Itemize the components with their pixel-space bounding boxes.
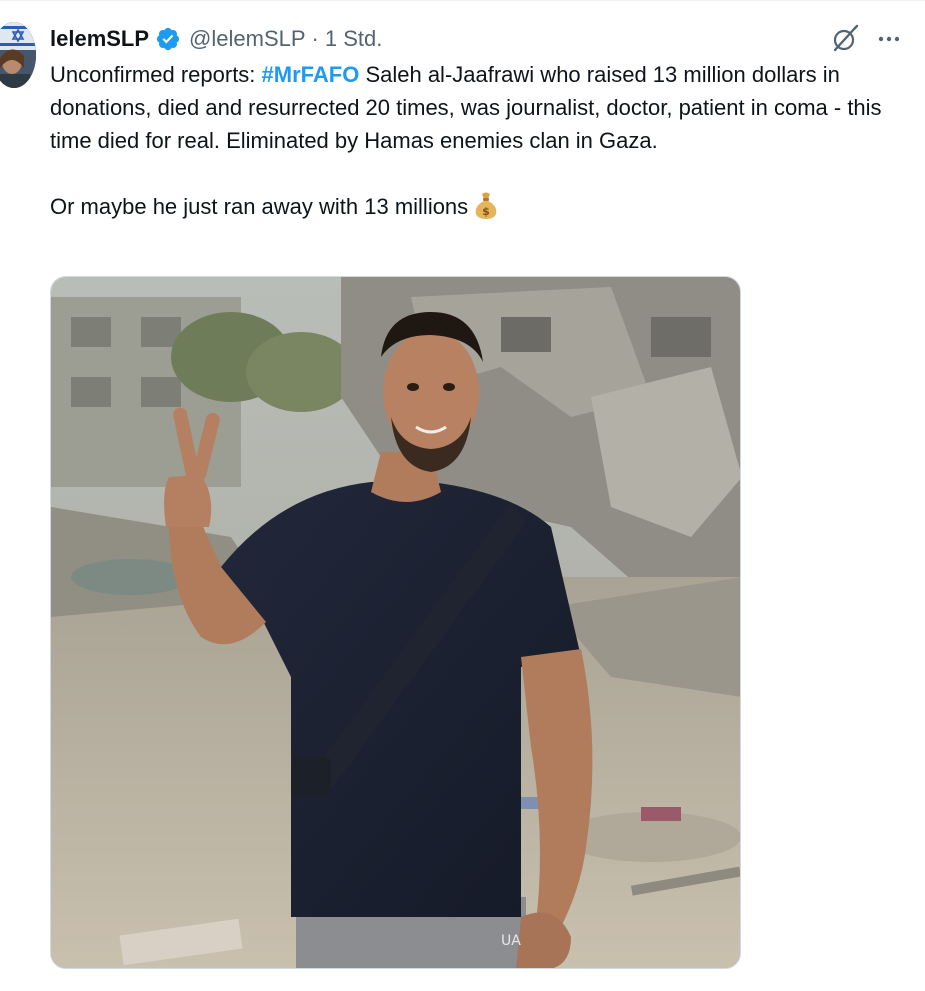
display-name[interactable]: lelemSLP bbox=[50, 26, 149, 52]
divider bbox=[0, 0, 925, 1]
hashtag-link[interactable]: #MrFAFO bbox=[262, 62, 360, 87]
svg-text:UA: UA bbox=[501, 933, 521, 949]
avatar[interactable] bbox=[0, 22, 36, 88]
tweet-header: lelemSLP @lelemSLP · 1 Std. bbox=[50, 22, 382, 56]
handle[interactable]: @lelemSLP bbox=[189, 26, 306, 52]
tweet-text: Unconfirmed reports: #MrFAFO Saleh al-Ja… bbox=[50, 58, 910, 223]
text-prefix: Unconfirmed reports: bbox=[50, 62, 262, 87]
grok-icon[interactable] bbox=[830, 24, 860, 54]
text-line-2: Or maybe he just ran away with 13 millio… bbox=[50, 194, 469, 219]
tweet-paragraph-1: Unconfirmed reports: #MrFAFO Saleh al-Ja… bbox=[50, 58, 910, 157]
separator-dot: · bbox=[311, 26, 319, 51]
verified-badge-icon[interactable] bbox=[155, 26, 181, 52]
tweet-photo[interactable]: UA bbox=[50, 276, 741, 969]
tweet-paragraph-2: Or maybe he just ran away with 13 millio… bbox=[50, 190, 910, 223]
timestamp[interactable]: 1 Std. bbox=[325, 26, 382, 52]
more-options-icon[interactable] bbox=[874, 24, 904, 54]
svg-text:$: $ bbox=[482, 205, 490, 218]
money-bag-icon: $ bbox=[472, 190, 500, 220]
